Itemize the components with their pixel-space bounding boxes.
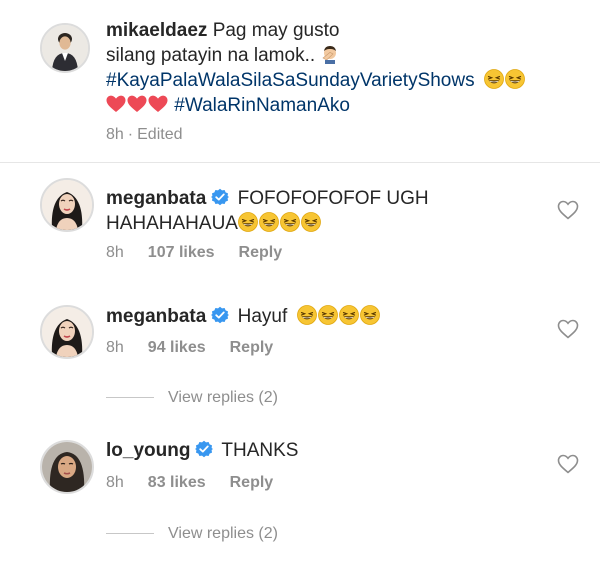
laughing-emoji-icon bbox=[238, 212, 258, 232]
comment-meta: 8h 107 likes Reply bbox=[106, 243, 306, 263]
divider bbox=[0, 162, 600, 163]
comment-username[interactable]: meganbata bbox=[106, 306, 206, 327]
caption-line1: Pag may gusto bbox=[212, 20, 340, 41]
red-heart-emoji-icon bbox=[106, 95, 126, 113]
likes-count[interactable]: 94 likes bbox=[148, 339, 206, 356]
verified-badge-icon bbox=[211, 306, 229, 324]
comment-body-line2: HAHAHAHAUA bbox=[106, 213, 238, 234]
facepalm-emoji-icon bbox=[320, 44, 340, 64]
like-heart-icon[interactable] bbox=[557, 319, 579, 339]
like-heart-icon[interactable] bbox=[557, 454, 579, 474]
laughing-emoji-icon bbox=[484, 69, 504, 89]
caption-text: mikaeldaez Pag may gusto silang patayin … bbox=[106, 18, 576, 118]
comment-username[interactable]: meganbata bbox=[106, 188, 206, 209]
profile-photo-icon bbox=[42, 180, 92, 230]
laughing-emoji-icon bbox=[505, 69, 525, 89]
comment-text: meganbata Hayuf bbox=[106, 304, 546, 329]
red-heart-emoji-icon bbox=[148, 95, 168, 113]
profile-photo-icon bbox=[42, 442, 92, 492]
laughing-emoji-icon bbox=[318, 305, 338, 325]
view-replies-label[interactable]: View replies (2) bbox=[168, 389, 278, 406]
verified-badge-icon bbox=[211, 188, 229, 206]
laughing-emoji-icon bbox=[301, 212, 321, 232]
laughing-emoji-icon bbox=[259, 212, 279, 232]
hashtag-link[interactable]: #KayaPalaWalaSilaSaSundayVarietyShows bbox=[106, 70, 475, 91]
like-heart-icon[interactable] bbox=[557, 200, 579, 220]
laughing-emoji-icon bbox=[339, 305, 359, 325]
reply-button[interactable]: Reply bbox=[230, 339, 274, 356]
profile-photo-icon bbox=[42, 25, 88, 71]
laughing-emoji-icon bbox=[360, 305, 380, 325]
reply-button[interactable]: Reply bbox=[230, 474, 274, 491]
likes-count[interactable]: 107 likes bbox=[148, 244, 215, 261]
avatar[interactable] bbox=[40, 178, 94, 232]
red-heart-emoji-icon bbox=[127, 95, 147, 113]
comment-body-line1: Hayuf bbox=[237, 306, 288, 327]
reply-button[interactable]: Reply bbox=[239, 244, 283, 261]
meta-separator: · bbox=[127, 126, 134, 143]
comment-body-line1: FOFOFOFOFOF UGH bbox=[237, 188, 429, 209]
comment-meta: 8h 83 likes Reply bbox=[106, 473, 297, 493]
comment-time: 8h bbox=[106, 244, 124, 261]
avatar[interactable] bbox=[40, 23, 90, 73]
comment-text: lo_young THANKS bbox=[106, 438, 546, 463]
verified-badge-icon bbox=[195, 440, 213, 458]
view-replies-button[interactable]: View replies (2) bbox=[106, 388, 278, 408]
comment-body-line1: THANKS bbox=[221, 440, 299, 461]
comment-text: meganbata FOFOFOFOFOF UGH HAHAHAHAUA bbox=[106, 186, 546, 236]
view-replies-label[interactable]: View replies (2) bbox=[168, 525, 278, 542]
profile-photo-icon bbox=[42, 307, 92, 357]
likes-count[interactable]: 83 likes bbox=[148, 474, 206, 491]
laughing-emoji-icon bbox=[280, 212, 300, 232]
caption-username[interactable]: mikaeldaez bbox=[106, 20, 207, 41]
avatar[interactable] bbox=[40, 440, 94, 494]
edited-label: Edited bbox=[137, 126, 183, 143]
caption-meta: 8h · Edited bbox=[106, 125, 207, 145]
laughing-emoji-icon bbox=[297, 305, 317, 325]
replies-divider-line bbox=[106, 533, 154, 535]
avatar[interactable] bbox=[40, 305, 94, 359]
comment-time: 8h bbox=[106, 474, 124, 491]
comment-time: 8h bbox=[106, 339, 124, 356]
caption-time: 8h bbox=[106, 126, 124, 143]
view-replies-button[interactable]: View replies (2) bbox=[106, 524, 278, 544]
caption: mikaeldaez Pag may gusto silang patayin … bbox=[0, 0, 600, 163]
comment-meta: 8h 94 likes Reply bbox=[106, 338, 297, 358]
caption-line2: silang patayin na lamok.. bbox=[106, 45, 316, 66]
hashtag-link[interactable]: #WalaRinNamanAko bbox=[174, 95, 350, 116]
replies-divider-line bbox=[106, 397, 154, 399]
comment-username[interactable]: lo_young bbox=[106, 440, 190, 461]
